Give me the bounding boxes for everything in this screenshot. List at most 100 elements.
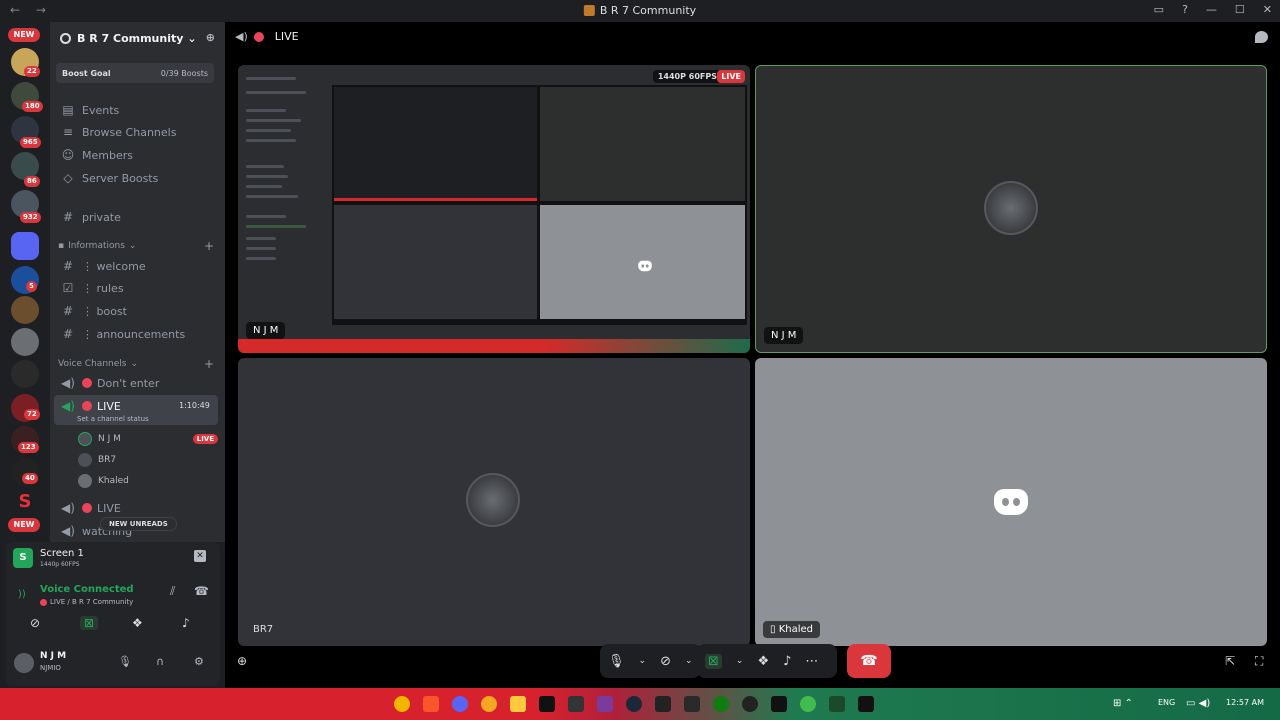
steam-icon[interactable] — [626, 696, 642, 712]
network-icon[interactable]: ▭ ◀) — [1186, 698, 1210, 709]
disconnect-icon[interactable]: ☎ — [194, 584, 209, 598]
boost-goal-bar[interactable]: Boost Goal 0/39 Boosts — [56, 63, 214, 83]
app-icon[interactable] — [858, 696, 874, 712]
channel-welcome[interactable]: # ⋮ welcome — [60, 257, 146, 275]
camera-off-icon[interactable]: ⊘ — [30, 616, 40, 630]
boost-goal-value: 0/39 Boosts — [160, 68, 208, 78]
close-button[interactable]: ✕ — [1263, 3, 1272, 16]
app-icon[interactable] — [568, 696, 584, 712]
user-tile-br7[interactable]: BR7 — [238, 358, 750, 646]
maximize-button[interactable]: ☐ — [1235, 3, 1245, 16]
voice-channel-live[interactable]: ◀) LIVE — [60, 397, 121, 415]
help-icon[interactable]: ? — [1182, 3, 1188, 16]
server-icon[interactable] — [11, 328, 39, 356]
user-tile-njm[interactable]: N J M — [755, 65, 1267, 353]
screen-share-button[interactable]: ⊠ — [705, 653, 722, 669]
clock[interactable]: 12:57 AM — [1226, 698, 1264, 707]
chat-icon[interactable] — [1255, 31, 1268, 43]
app-icon[interactable] — [771, 696, 787, 712]
screen-quality: 1440p 60FPS — [40, 561, 80, 568]
channel-announcements[interactable]: # ⋮ announcements — [60, 325, 185, 343]
user-tile-khaled[interactable]: ▯ Khaled — [755, 358, 1267, 646]
channel-private[interactable]: # private — [60, 208, 121, 226]
new-badge-top[interactable]: NEW — [8, 28, 40, 42]
new-unreads-pill[interactable]: NEW UNREADS — [100, 517, 177, 531]
list-icon: ≡ — [62, 125, 74, 139]
screen-share-tile[interactable]: 1440P 60FPS LIVE N J M — [238, 65, 750, 353]
activities-icon[interactable]: ❖ — [132, 616, 143, 630]
activities-icon[interactable]: ❖ — [757, 654, 769, 669]
tray-icons[interactable]: ⊞ ⌃ — [1113, 698, 1133, 709]
member-njm[interactable]: N J M LIVE — [78, 431, 218, 447]
nested-line — [246, 215, 286, 218]
noise-suppression-icon[interactable]: ⫽ — [170, 584, 175, 599]
chevron-down-icon[interactable]: ⌄ — [685, 656, 693, 666]
add-channel-icon[interactable]: + — [204, 357, 214, 371]
microphone-icon[interactable]: 🎙 — [608, 654, 625, 669]
app-icon[interactable] — [481, 696, 497, 712]
soundboard-icon[interactable]: ♪ — [182, 616, 190, 630]
signal-icon[interactable]: )) — [18, 589, 26, 600]
activity-controls: ⊠ ⌄ ❖ ♪ ⋯ — [697, 644, 837, 678]
server-icon[interactable] — [11, 360, 39, 388]
stop-stream-button[interactable]: ✕ — [194, 550, 206, 562]
fullscreen-icon[interactable]: ⛶ — [1255, 654, 1263, 669]
discord-logo-icon — [638, 260, 652, 272]
voice-panel: S Screen 1 1440p 60FPS ✕ )) Voice Connec… — [6, 542, 220, 686]
avatar[interactable] — [14, 653, 34, 673]
microphone-icon[interactable]: 🎙 — [118, 655, 132, 668]
chevron-down-icon[interactable]: ⌄ — [736, 656, 744, 666]
app-icon[interactable] — [597, 696, 613, 712]
speaker-icon: ◀) — [61, 376, 75, 390]
add-user-icon[interactable]: ⊕ — [206, 31, 215, 44]
menu-browse-channels[interactable]: ≡ Browse Channels — [60, 123, 176, 141]
category-informations[interactable]: ▪ Informations ⌄ + — [58, 239, 228, 253]
server-icon[interactable] — [11, 296, 39, 324]
soundboard-icon[interactable]: ♪ — [783, 654, 791, 669]
app-icon[interactable] — [829, 696, 845, 712]
end-call-button[interactable]: ☎ — [847, 644, 891, 678]
menu-server-boosts[interactable]: ◇ Server Boosts — [60, 169, 158, 187]
nav-arrows[interactable]: ← → — [10, 3, 52, 17]
epic-icon[interactable] — [684, 696, 700, 712]
minimize-button[interactable]: — — [1206, 3, 1217, 16]
app-icon[interactable] — [539, 696, 555, 712]
channel-status-hint[interactable]: Set a channel status — [77, 415, 149, 423]
speaker-icon: ◀) — [61, 524, 75, 538]
more-icon[interactable]: ⋯ — [805, 654, 818, 669]
language-indicator[interactable]: ENG — [1158, 698, 1175, 707]
discord-icon[interactable] — [452, 696, 468, 712]
chrome-icon[interactable] — [394, 696, 410, 712]
member-br7[interactable]: BR7 — [78, 452, 116, 468]
channel-rules[interactable]: ☑ ⋮ rules — [60, 279, 124, 297]
app-icon[interactable] — [800, 696, 816, 712]
popout-icon[interactable]: ⇱ — [1225, 654, 1235, 668]
folder-icon[interactable] — [11, 232, 39, 260]
voice-channel-path[interactable]: LIVE / B R 7 Community — [40, 598, 133, 606]
menu-events[interactable]: ▤ Events — [60, 101, 119, 119]
red-dot-icon — [253, 31, 264, 42]
camera-off-icon[interactable]: ⊘ — [660, 654, 671, 669]
brave-icon[interactable] — [423, 696, 439, 712]
app-icon[interactable] — [742, 696, 758, 712]
voice-status[interactable]: Voice Connected — [40, 584, 134, 595]
headphones-icon[interactable]: ∩ — [156, 655, 164, 668]
app-icon[interactable] — [655, 696, 671, 712]
xbox-icon[interactable] — [713, 696, 729, 712]
settings-icon[interactable]: ⚙ — [194, 655, 204, 668]
channel-boost[interactable]: # ⋮ boost — [60, 302, 127, 320]
guild-header[interactable]: B R 7 Community ⌄ ⊕ — [50, 22, 225, 54]
menu-members[interactable]: ☺ Members — [60, 146, 133, 164]
voice-channel-live-2[interactable]: ◀) LIVE — [60, 499, 121, 517]
screen-share-button[interactable]: ⊠ — [80, 616, 99, 630]
category-voice-channels[interactable]: Voice Channels ⌄ + — [58, 357, 228, 371]
add-user-icon[interactable]: ⊕ — [237, 654, 247, 668]
member-khaled[interactable]: Khaled — [78, 473, 129, 489]
folder-icon[interactable] — [510, 696, 526, 712]
server-icon[interactable]: S — [11, 488, 39, 516]
new-badge-bottom[interactable]: NEW — [8, 518, 40, 532]
inbox-icon[interactable]: ▭ — [1154, 3, 1164, 16]
chevron-down-icon[interactable]: ⌄ — [639, 656, 647, 666]
add-channel-icon[interactable]: + — [204, 239, 214, 253]
voice-channel-dont-enter[interactable]: ◀) Don't enter — [60, 374, 159, 392]
